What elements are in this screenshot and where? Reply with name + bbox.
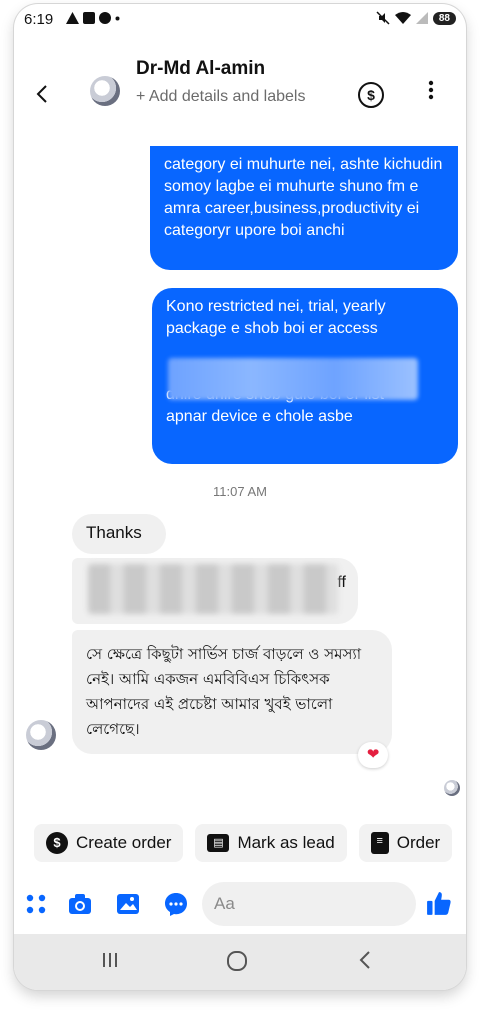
signal-icon [415, 12, 428, 24]
dollar-circle-icon: $ [46, 832, 68, 854]
message-line: package e shob boi er access [166, 320, 378, 337]
contact-avatar[interactable] [90, 76, 120, 106]
wifi-icon [394, 12, 411, 24]
chevron-left-icon [36, 85, 47, 103]
redaction-blur [168, 358, 418, 400]
message-text: Thanks [86, 523, 142, 542]
recent-apps-icon[interactable] [100, 950, 120, 970]
chip-label: Order [396, 833, 441, 852]
system-icons: 88 [376, 11, 456, 25]
message-text: category ei muhurte nei, ashte kichudin … [164, 156, 443, 239]
chip-label: Create order [76, 833, 172, 852]
gallery-notification-icon [83, 12, 95, 24]
notification-icons [66, 12, 120, 24]
battery-indicator: 88 [432, 11, 456, 25]
message-timestamp: 11:07 AM [213, 484, 267, 499]
message-text: ff [337, 574, 346, 591]
redaction-blur [88, 564, 338, 614]
contact-card-icon: ▤ [207, 834, 230, 852]
gallery-icon[interactable] [116, 892, 140, 916]
contact-name[interactable]: Dr-Md Al-amin [136, 58, 265, 80]
quick-reply-bar: $ Create order ▤ Mark as lead ≡ Order [34, 824, 453, 862]
camera-icon[interactable] [68, 892, 92, 916]
message-composer: Aa [14, 876, 466, 932]
seen-indicator-avatar [444, 780, 460, 796]
dollar-circle-icon[interactable]: $ [358, 82, 384, 108]
messenger-chat-icon[interactable] [164, 892, 188, 916]
message-line: Kono restricted nei, trial, yearly [166, 298, 386, 315]
incoming-message[interactable]: সে ক্ষেত্রে কিছুটা সার্ভিস চার্জ বাড়লে … [72, 630, 392, 754]
home-icon[interactable] [226, 950, 248, 972]
dot-icon [115, 16, 120, 20]
warning-icon [66, 12, 79, 24]
mute-icon [376, 11, 390, 25]
receipt-icon: ≡ [370, 832, 389, 854]
back-nav-icon[interactable] [358, 950, 372, 970]
status-time: 6:19 [24, 11, 54, 28]
phone-screen: 6:19 88 Dr-Md Al-amin + Add details and … [14, 4, 466, 990]
outgoing-message[interactable]: category ei muhurte nei, ashte kichudin … [150, 146, 458, 270]
add-details-link[interactable]: + Add details and labels [136, 84, 306, 109]
thumbs-up-icon[interactable] [426, 890, 452, 916]
message-text: সে ক্ষেত্রে কিছুটা সার্ভিস চার্জ বাড়লে … [86, 645, 362, 738]
back-button[interactable] [36, 84, 48, 110]
create-order-button[interactable]: $ Create order [34, 824, 184, 862]
messenger-notification-icon [99, 12, 111, 24]
apps-grid-icon[interactable] [24, 892, 48, 916]
message-input[interactable]: Aa [202, 882, 416, 926]
system-navigation-bar [14, 934, 466, 990]
status-bar: 6:19 88 [14, 4, 466, 36]
incoming-message[interactable]: Thanks [72, 514, 166, 554]
heart-reaction[interactable]: ❤ [358, 742, 388, 768]
input-placeholder: Aa [214, 894, 235, 913]
order-button[interactable]: ≡ Order [358, 824, 453, 862]
sender-avatar[interactable] [26, 720, 56, 750]
more-vertical-icon[interactable] [428, 80, 434, 100]
chat-header: Dr-Md Al-amin + Add details and labels $ [14, 36, 466, 136]
mark-as-lead-button[interactable]: ▤ Mark as lead [195, 824, 347, 862]
message-line: apnar device e chole asbe [166, 408, 353, 425]
chip-label: Mark as lead [237, 833, 335, 852]
